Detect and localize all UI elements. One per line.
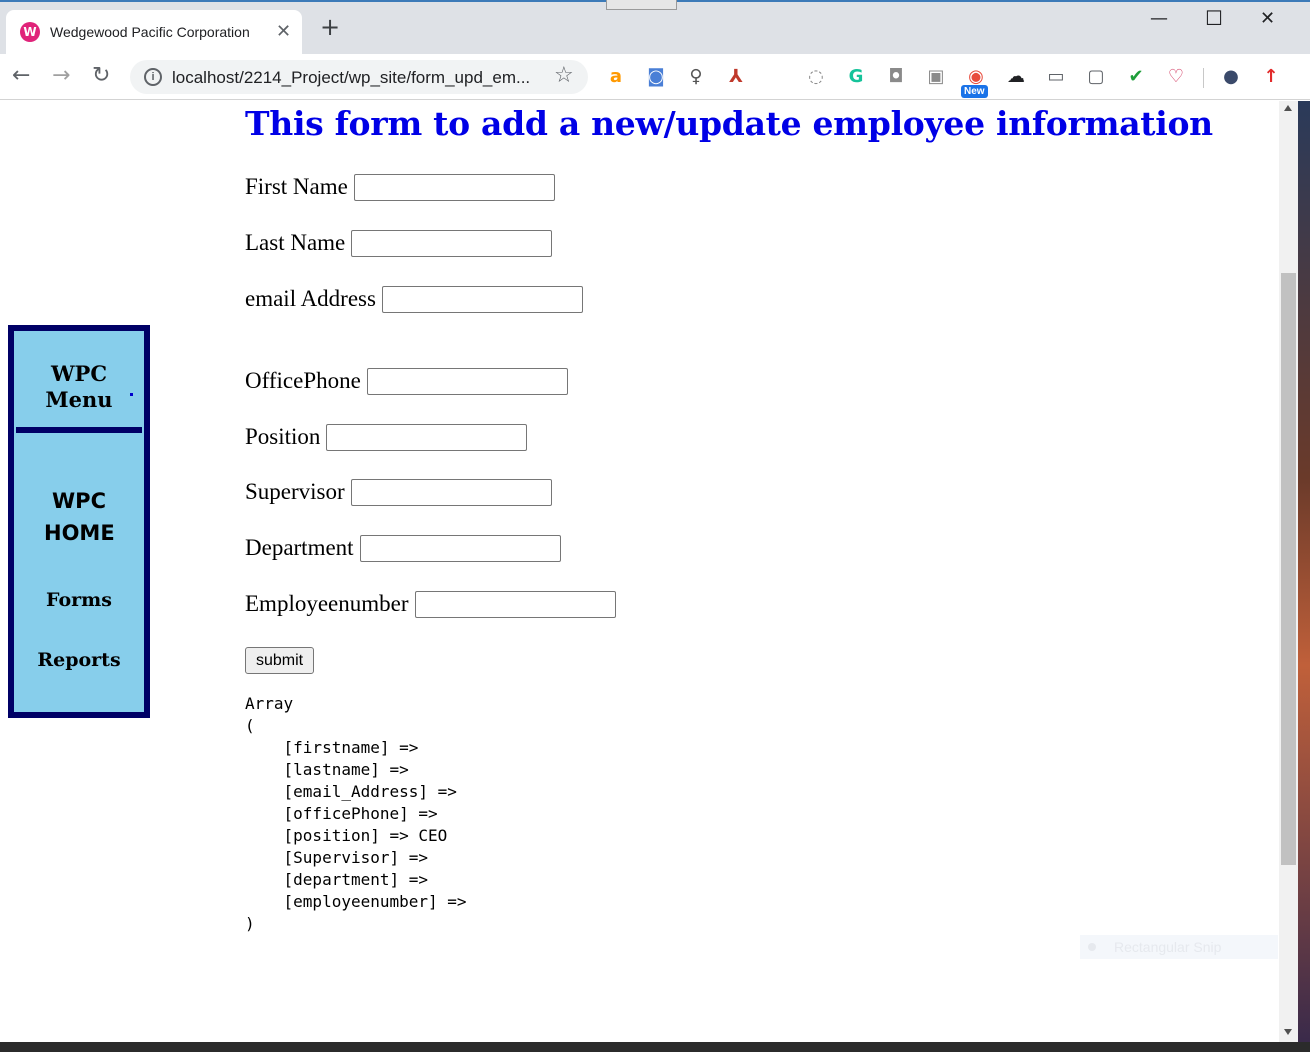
- page-title: This form to add a new/update employee i…: [245, 104, 1213, 143]
- snip-tooltip-overlay: Rectangular Snip: [1080, 935, 1278, 959]
- window-maximize-button[interactable]: ☐: [1205, 6, 1223, 30]
- first-name-row: First Name: [245, 173, 555, 201]
- site-info-icon[interactable]: i: [144, 68, 162, 86]
- cast-icon[interactable]: ▭: [1045, 66, 1067, 88]
- scrollbar-thumb[interactable]: [1281, 273, 1296, 865]
- os-taskbar: [0, 1042, 1310, 1052]
- window-close-button[interactable]: ✕: [1260, 8, 1275, 29]
- position-row: Position: [245, 423, 528, 451]
- vertical-scrollbar[interactable]: [1279, 101, 1298, 1042]
- tab-strip: W Wedgewood Pacific Corporation ✕ + — ☐ …: [0, 0, 1310, 54]
- employee-number-input[interactable]: [414, 590, 616, 618]
- employee-number-row: Employeenumber: [245, 590, 616, 618]
- cloud-icon[interactable]: ☁: [1005, 66, 1027, 88]
- pocket-icon[interactable]: ♡: [1165, 66, 1187, 88]
- extension-new-badge: New: [961, 85, 988, 98]
- employee-number-label: Employeenumber: [245, 591, 409, 616]
- bookmark-star-icon[interactable]: ☆: [554, 63, 574, 88]
- address-bar[interactable]: i localhost/2214_Project/wp_site/form_up…: [130, 60, 588, 94]
- department-label: Department: [245, 535, 354, 560]
- grammarly-icon[interactable]: G: [845, 66, 867, 88]
- browser-toolbar: ← → ↻ i localhost/2214_Project/wp_site/f…: [0, 54, 1310, 100]
- reload-icon[interactable]: ↻: [92, 64, 110, 88]
- tab-title: Wedgewood Pacific Corporation: [50, 24, 250, 40]
- menu-divider: [16, 427, 142, 433]
- office-phone-label: OfficePhone: [245, 368, 361, 393]
- tab-close-icon[interactable]: ✕: [276, 21, 291, 42]
- ellipsis-circle-icon[interactable]: ◌: [805, 66, 827, 88]
- snip-dot-icon: [1088, 943, 1096, 951]
- nav-link-forms[interactable]: Forms: [14, 589, 144, 611]
- browser-tab[interactable]: W Wedgewood Pacific Corporation ✕: [6, 10, 302, 54]
- email-label: email Address: [245, 286, 376, 311]
- screenshot-camera-icon[interactable]: ◘: [885, 66, 907, 88]
- office-phone-input[interactable]: [366, 367, 568, 395]
- desktop-wallpaper-edge: [1298, 101, 1310, 1042]
- last-name-input[interactable]: [351, 229, 553, 257]
- supervisor-row: Supervisor: [245, 478, 552, 506]
- wpc-favicon-icon: W: [20, 22, 40, 42]
- scroll-up-arrow-icon[interactable]: [1284, 105, 1292, 111]
- snip-overlay-label: Rectangular Snip: [1114, 939, 1222, 955]
- supervisor-input[interactable]: [350, 478, 552, 506]
- menu-title: WPC Menu: [45, 361, 113, 412]
- office-phone-row: OfficePhone: [245, 367, 568, 395]
- capture-frame-icon[interactable]: ▢: [1085, 66, 1107, 88]
- forward-arrow-icon[interactable]: →: [52, 64, 70, 88]
- nav-link-reports[interactable]: Reports: [14, 649, 144, 671]
- scroll-down-arrow-icon[interactable]: [1284, 1029, 1292, 1035]
- department-row: Department: [245, 534, 561, 562]
- last-name-label: Last Name: [245, 230, 346, 255]
- first-name-label: First Name: [245, 174, 348, 199]
- lightbulb-icon[interactable]: ♀: [685, 66, 707, 88]
- toolbar-divider: [1203, 68, 1204, 88]
- page-viewport: WPC Menu WPC HOME Forms Reports This for…: [0, 101, 1279, 1042]
- window-minimize-button[interactable]: —: [1150, 8, 1168, 29]
- wpc-side-menu: WPC Menu WPC HOME Forms Reports: [8, 325, 150, 718]
- window-drag-handle[interactable]: [606, 0, 677, 10]
- acrobat-icon[interactable]: ⅄: [725, 66, 747, 88]
- position-label: Position: [245, 424, 321, 449]
- email-row: email Address: [245, 285, 583, 313]
- update-arrow-icon[interactable]: ↑: [1260, 66, 1282, 88]
- camera-icon[interactable]: ◙: [645, 66, 667, 88]
- new-tab-plus-icon[interactable]: +: [320, 15, 340, 39]
- department-input[interactable]: [359, 534, 561, 562]
- post-array-dump: Array ( [firstname] => [lastname] => [em…: [245, 694, 467, 933]
- puzzle-icon[interactable]: ▣: [925, 66, 947, 88]
- supervisor-label: Supervisor: [245, 479, 345, 504]
- nav-link-home[interactable]: WPC HOME: [14, 485, 144, 549]
- email-input[interactable]: [381, 285, 583, 313]
- checkmark-icon[interactable]: ✔: [1125, 66, 1147, 88]
- last-name-row: Last Name: [245, 229, 553, 257]
- url-text[interactable]: localhost/2214_Project/wp_site/form_upd_…: [172, 68, 542, 88]
- back-arrow-icon[interactable]: ←: [12, 64, 30, 88]
- position-input[interactable]: [326, 423, 528, 451]
- menu-dot: [130, 393, 133, 396]
- profile-avatar-icon[interactable]: ●: [1220, 66, 1242, 88]
- submit-button[interactable]: submit: [245, 647, 314, 674]
- amazon-icon[interactable]: a: [605, 66, 627, 88]
- first-name-input[interactable]: [353, 173, 555, 201]
